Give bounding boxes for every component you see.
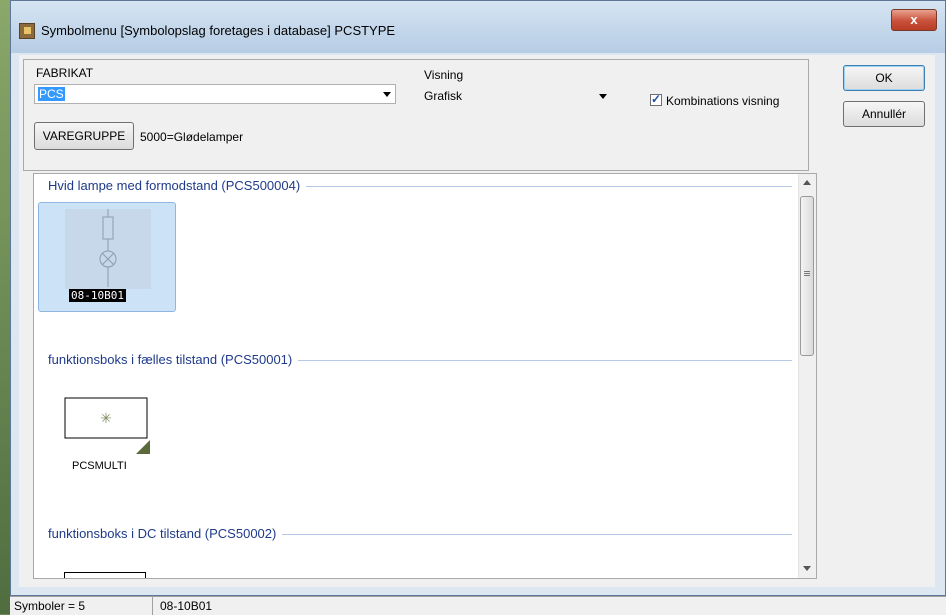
varegruppe-button[interactable]: VAREGRUPPE: [34, 122, 134, 150]
section-title: funktionsboks i fælles tilstand (PCS5000…: [48, 352, 299, 367]
window-title: Symbolmenu [Symbolopslag foretages i dat…: [41, 23, 396, 38]
symbol-count: Symboler = 5: [14, 599, 86, 613]
varegruppe-value: 5000=Glødelamper: [140, 130, 244, 144]
section-title: funktionsboks i DC tilstand (PCS50002): [48, 526, 283, 541]
desktop-background: [0, 0, 10, 614]
symbol-list: Hvid lampe med formodstand (PCS500004) 0…: [33, 173, 817, 579]
filter-panel: FABRIKAT PCS Visning Grafisk Kombination…: [23, 59, 809, 171]
visning-label: Visning: [424, 68, 464, 82]
vertical-scrollbar[interactable]: [798, 174, 816, 578]
symbol-tile[interactable]: ✳ PCSMULTI: [38, 390, 176, 490]
section-title: Hvid lampe med formodstand (PCS500004): [48, 178, 307, 193]
symbol-tile-selected[interactable]: 08-10B01: [38, 202, 176, 312]
visning-value: Grafisk: [424, 89, 463, 103]
kombination-label[interactable]: Kombinations visning: [666, 94, 779, 108]
fabrikat-combobox[interactable]: PCS: [34, 84, 396, 104]
fabrikat-label: FABRIKAT: [36, 66, 94, 80]
visning-combobox[interactable]: Grafisk: [420, 86, 612, 106]
fabrikat-value: PCS: [38, 87, 65, 101]
function-box-icon: ✳: [64, 397, 150, 454]
cancel-button[interactable]: Annullér: [843, 101, 925, 127]
chevron-down-icon[interactable]: [599, 94, 607, 99]
grip-icon: [804, 271, 810, 272]
title-bar: Symbolmenu [Symbolopslag foretages i dat…: [11, 1, 945, 53]
svg-text:✳: ✳: [100, 411, 112, 427]
scrollbar-thumb[interactable]: [800, 196, 814, 356]
ok-button[interactable]: OK: [843, 65, 925, 91]
close-button[interactable]: x: [891, 9, 937, 31]
status-bar: Symboler = 5 08-10B01: [10, 596, 946, 615]
scroll-down-icon[interactable]: [803, 566, 811, 571]
app-icon: [19, 23, 35, 39]
scroll-up-icon[interactable]: [803, 180, 811, 185]
kombination-checkbox[interactable]: [650, 92, 662, 106]
selected-symbol: 08-10B01: [160, 599, 213, 613]
status-divider: [152, 597, 153, 615]
dialog-client: FABRIKAT PCS Visning Grafisk Kombination…: [19, 55, 935, 587]
symbol-tile-partial[interactable]: [64, 572, 146, 578]
symbol-caption: PCSMULTI: [72, 460, 127, 472]
symbol-caption: 08-10B01: [69, 289, 126, 302]
chevron-down-icon[interactable]: [383, 92, 391, 97]
symbol-menu-window: Symbolmenu [Symbolopslag foretages i dat…: [10, 0, 946, 596]
